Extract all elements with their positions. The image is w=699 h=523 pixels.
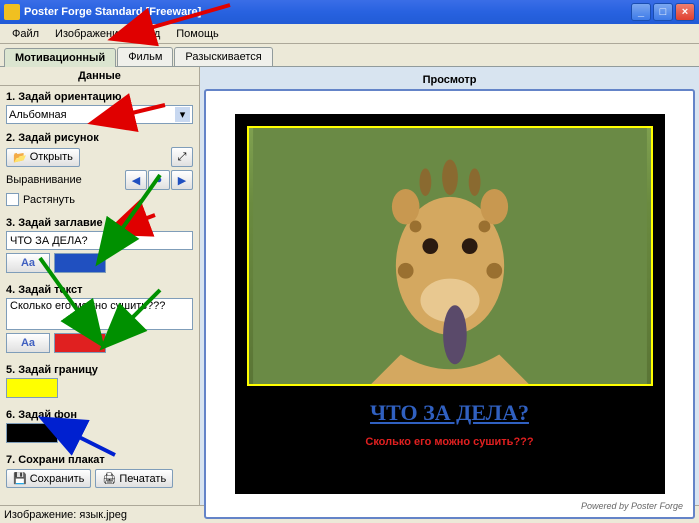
menu-help[interactable]: Помощь xyxy=(168,26,227,42)
open-label: Открыть xyxy=(30,151,73,163)
menu-image[interactable]: Изображение xyxy=(47,26,132,42)
section-5-title: 5. Задай границу xyxy=(6,364,193,376)
print-button[interactable]: 🖨 Печатать xyxy=(95,469,173,488)
section-4-title: 4. Задай текст xyxy=(6,284,193,296)
menubar: Файл Изображение Вид Помощь xyxy=(0,24,699,44)
menu-view[interactable]: Вид xyxy=(132,26,168,42)
section-3-title: 3. Задай заглавие xyxy=(6,217,193,229)
data-header: Данные xyxy=(0,67,199,86)
section-1-title: 1. Задай ориентацию xyxy=(6,91,193,103)
maximize-button[interactable]: □ xyxy=(653,3,673,21)
text-input[interactable]: Сколько его можно сушить??? xyxy=(6,298,193,330)
tab-wanted[interactable]: Разыскивается xyxy=(174,47,272,66)
print-icon: 🖨 xyxy=(102,472,116,485)
preview-header: Просмотр xyxy=(204,71,695,89)
status-text: Изображение: язык.jpeg xyxy=(4,509,127,521)
poster-image xyxy=(247,126,653,386)
poster: ЧТО ЗА ДЕЛА? Сколько его можно сушить???… xyxy=(235,114,665,494)
tab-film[interactable]: Фильм xyxy=(117,47,173,66)
chevron-down-icon: ▾ xyxy=(175,107,190,122)
titlebar: Poster Forge Standard [Freeware] _ □ × xyxy=(0,0,699,24)
orientation-value: Альбомная xyxy=(9,109,67,121)
align-label: Выравнивание xyxy=(6,174,82,186)
align-right-button[interactable]: ▶ xyxy=(171,170,193,190)
title-color-button[interactable] xyxy=(54,253,106,273)
window-title: Poster Forge Standard [Freeware] xyxy=(24,6,631,18)
print-label: Печатать xyxy=(119,473,166,485)
close-button[interactable]: × xyxy=(675,3,695,21)
border-color-button[interactable] xyxy=(6,378,58,398)
minimize-button[interactable]: _ xyxy=(631,3,651,21)
right-panel: Просмотр xyxy=(200,67,699,505)
tab-motivational[interactable]: Мотивационный xyxy=(4,48,116,67)
align-center-button[interactable]: ● xyxy=(148,170,170,190)
section-7-title: 7. Сохрани плакат xyxy=(6,454,193,466)
left-panel: Данные 1. Задай ориентацию Альбомная ▾ 2… xyxy=(0,67,200,505)
section-2-title: 2. Задай рисунок xyxy=(6,132,193,144)
save-icon: 💾 xyxy=(13,472,27,485)
open-button[interactable]: 📂 Открыть xyxy=(6,148,80,167)
align-left-button[interactable]: ◀ xyxy=(125,170,147,190)
stretch-label: Растянуть xyxy=(23,194,75,206)
preview-area: ЧТО ЗА ДЕЛА? Сколько его можно сушить???… xyxy=(204,89,695,519)
save-label: Сохранить xyxy=(30,473,85,485)
tab-bar: Мотивационный Фильм Разыскивается xyxy=(0,44,699,67)
save-button[interactable]: 💾 Сохранить xyxy=(6,469,91,488)
title-input[interactable] xyxy=(6,231,193,250)
title-font-button[interactable]: Aa xyxy=(6,253,50,273)
orientation-combo[interactable]: Альбомная ▾ xyxy=(6,105,193,124)
section-6-title: 6. Задай фон xyxy=(6,409,193,421)
text-font-button[interactable]: Aa xyxy=(6,333,50,353)
stretch-checkbox[interactable] xyxy=(6,193,19,206)
poster-text: Сколько его можно сушить??? xyxy=(365,436,533,448)
app-icon xyxy=(4,4,20,20)
folder-icon: 📂 xyxy=(13,151,27,164)
powered-by: Powered by Poster Forge xyxy=(581,501,683,511)
giraffe-image xyxy=(249,128,651,384)
bg-color-button[interactable] xyxy=(6,423,58,443)
text-color-button[interactable] xyxy=(54,333,106,353)
fit-button[interactable]: ⤢ xyxy=(171,147,193,167)
poster-title: ЧТО ЗА ДЕЛА? xyxy=(370,400,529,426)
menu-file[interactable]: Файл xyxy=(4,26,47,42)
